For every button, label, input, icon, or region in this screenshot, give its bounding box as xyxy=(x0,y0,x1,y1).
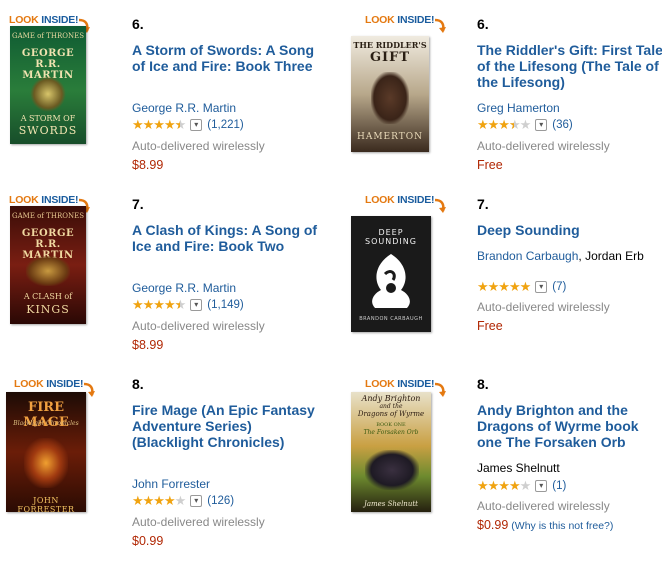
look-inside-badge[interactable]: LOOK INSIDE! xyxy=(365,12,447,34)
author-name: James Shelnutt xyxy=(477,461,560,475)
stars-icon: ★★★★★ xyxy=(132,493,186,509)
price: Free xyxy=(477,158,503,172)
star-rating[interactable]: ★★★★★ ▾ (126) xyxy=(132,494,234,508)
price: Free xyxy=(477,319,503,333)
book-cover[interactable]: DEEP SOUNDING BRANDON CARBAUGH xyxy=(351,216,431,332)
stars-icon: ★★★★★★ xyxy=(132,117,186,133)
author-link[interactable]: Greg Hamerton xyxy=(477,100,662,116)
book-cover[interactable]: THE RIDDLER'S GIFT HAMERTON xyxy=(351,36,429,152)
star-rating[interactable]: ★★★★★ ▾ (1) xyxy=(477,479,566,493)
curved-arrow-icon xyxy=(434,18,446,33)
book-item: LOOK INSIDE! FIRE MAGE Blacklight Chroni… xyxy=(0,372,330,552)
rank-number: 6. xyxy=(477,16,489,32)
curved-arrow-icon xyxy=(434,382,446,397)
why-not-free-link[interactable]: (Why is this not free?) xyxy=(511,520,613,532)
author-list: Brandon Carbaugh, Jordan Erb xyxy=(477,249,644,263)
book-cover[interactable]: GAME of THRONES GEORGE R.R. MARTIN A STO… xyxy=(10,26,86,144)
stars-icon: ★★★★★ xyxy=(477,279,531,295)
rank-number: 8. xyxy=(477,376,489,392)
star-rating[interactable]: ★★★★★ ▾ (7) xyxy=(477,280,566,294)
delivery-text: Auto-delivered wirelessly xyxy=(477,499,610,513)
review-count-link[interactable]: (1) xyxy=(552,480,566,492)
price-line: $0.99 (Why is this not free?) xyxy=(477,518,613,532)
book-title-link[interactable]: Andy Brighton and the Dragons of Wyrme b… xyxy=(477,402,662,450)
author-link[interactable]: George R.R. Martin xyxy=(132,280,322,296)
book-title-link[interactable]: A Storm of Swords: A Song of Ice and Fir… xyxy=(132,42,322,74)
author-link[interactable]: John Forrester xyxy=(132,476,322,492)
tentacle-icon xyxy=(372,254,410,308)
delivery-text: Auto-delivered wirelessly xyxy=(477,300,610,314)
look-inside-badge[interactable]: LOOK INSIDE! xyxy=(365,192,447,214)
author-link[interactable]: Brandon Carbaugh xyxy=(477,249,578,263)
author-link[interactable]: George R.R. Martin xyxy=(132,100,322,116)
rank-number: 6. xyxy=(132,16,144,32)
delivery-text: Auto-delivered wirelessly xyxy=(132,139,265,153)
book-title-link[interactable]: The Riddler's Gift: First Tale of the Li… xyxy=(477,42,662,90)
book-cover[interactable]: FIRE MAGE Blacklight Chronicles JOHN FOR… xyxy=(6,392,86,512)
book-title-link[interactable]: Fire Mage (An Epic Fantasy Adventure Ser… xyxy=(132,402,322,450)
price: $8.99 xyxy=(132,158,164,172)
book-cover[interactable]: GAME of THRONES GEORGE R.R. MARTIN A CLA… xyxy=(10,206,86,324)
price: $0.99 xyxy=(477,518,509,532)
book-title-link[interactable]: Deep Sounding xyxy=(477,222,662,238)
delivery-text: Auto-delivered wirelessly xyxy=(132,515,265,529)
book-item: LOOK INSIDE! GAME of THRONES GEORGE R.R.… xyxy=(0,12,330,192)
star-rating[interactable]: ★★★★★★ ▾ (1,221) xyxy=(132,118,244,132)
chevron-down-icon[interactable]: ▾ xyxy=(535,480,548,492)
star-rating[interactable]: ★★★★★★ ▾ (36) xyxy=(477,118,573,132)
chevron-down-icon[interactable]: ▾ xyxy=(190,119,203,131)
book-cover[interactable]: Andy Brighton and the Dragons of Wyrme B… xyxy=(351,392,431,512)
star-rating[interactable]: ★★★★★★ ▾ (1,149) xyxy=(132,298,244,312)
chevron-down-icon[interactable]: ▾ xyxy=(190,495,203,507)
curved-arrow-icon xyxy=(434,198,446,213)
book-title-link[interactable]: A Clash of Kings: A Song of Ice and Fire… xyxy=(132,222,322,254)
rank-number: 7. xyxy=(132,196,144,212)
book-item: LOOK INSIDE! Andy Brighton and the Drago… xyxy=(345,372,662,552)
delivery-text: Auto-delivered wirelessly xyxy=(477,139,610,153)
chevron-down-icon[interactable]: ▾ xyxy=(535,119,548,131)
author-name: Jordan Erb xyxy=(585,249,644,263)
price: $8.99 xyxy=(132,338,164,352)
rank-number: 7. xyxy=(477,196,489,212)
book-item: LOOK INSIDE! DEEP SOUNDING BRANDON CARBA… xyxy=(345,192,662,372)
book-item: LOOK INSIDE! GAME of THRONES GEORGE R.R.… xyxy=(0,192,330,372)
review-count-link[interactable]: (1,149) xyxy=(207,299,243,311)
review-count-link[interactable]: (126) xyxy=(207,495,234,507)
price: $0.99 xyxy=(132,534,164,548)
stars-icon: ★★★★★ xyxy=(477,478,531,494)
delivery-text: Auto-delivered wirelessly xyxy=(132,319,265,333)
rank-number: 8. xyxy=(132,376,144,392)
book-item: LOOK INSIDE! THE RIDDLER'S GIFT HAMERTON… xyxy=(345,12,662,192)
review-count-link[interactable]: (7) xyxy=(552,281,566,293)
review-count-link[interactable]: (1,221) xyxy=(207,119,243,131)
chevron-down-icon[interactable]: ▾ xyxy=(190,299,203,311)
stars-icon: ★★★★★★ xyxy=(132,297,186,313)
review-count-link[interactable]: (36) xyxy=(552,119,572,131)
chevron-down-icon[interactable]: ▾ xyxy=(535,281,548,293)
stars-icon: ★★★★★★ xyxy=(477,117,531,133)
